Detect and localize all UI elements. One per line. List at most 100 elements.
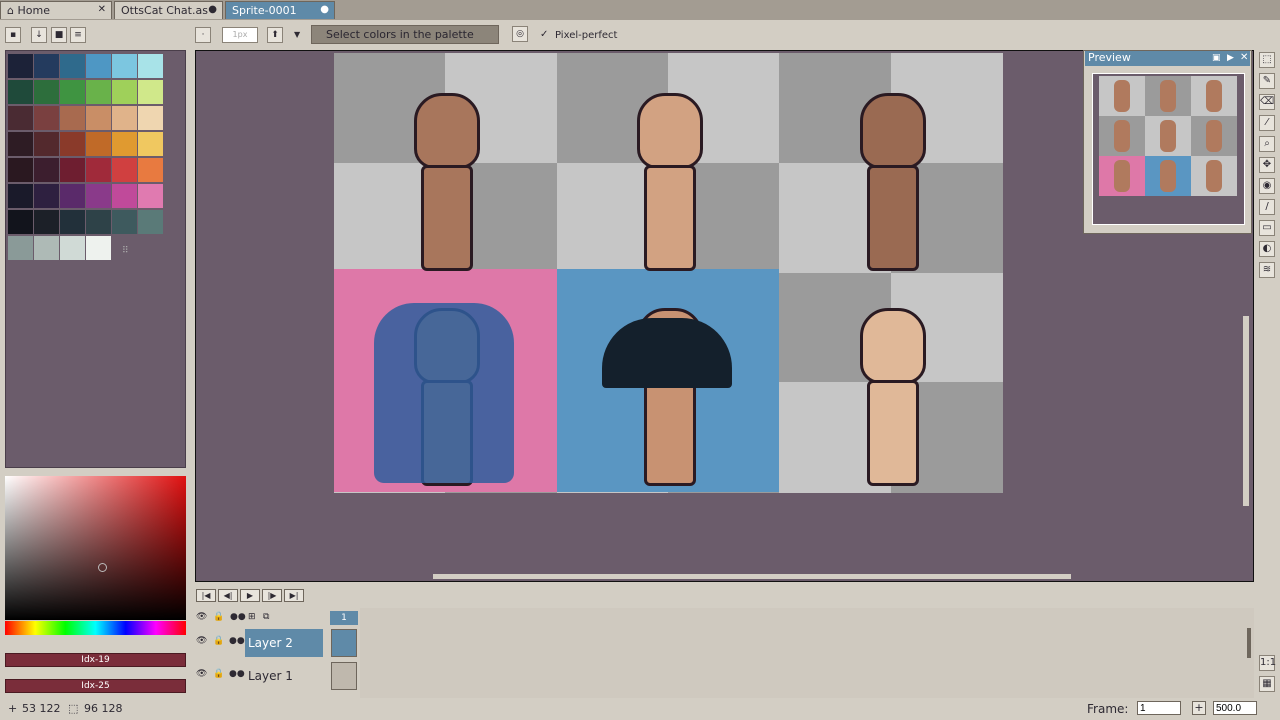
- palette-swatch[interactable]: [60, 54, 85, 78]
- palette-swatch[interactable]: [112, 54, 137, 78]
- palette-swatch[interactable]: [8, 210, 33, 234]
- palette-swatch[interactable]: [112, 210, 137, 234]
- link-icon[interactable]: ●●: [229, 669, 245, 679]
- layer-icon[interactable]: ⧉: [263, 612, 269, 622]
- prev-frame-icon[interactable]: ◀|: [218, 589, 238, 602]
- marquee-icon[interactable]: ⬚: [1259, 52, 1275, 68]
- close-icon[interactable]: ✕: [1240, 52, 1248, 63]
- line-icon[interactable]: /: [1259, 199, 1275, 215]
- color-spectrum[interactable]: [5, 476, 186, 620]
- group-icon[interactable]: ⊞: [248, 612, 256, 622]
- lock-icon[interactable]: 🔒: [213, 612, 224, 622]
- cel-thumbnail[interactable]: [331, 662, 357, 690]
- checkbox-icon[interactable]: ✓: [540, 29, 548, 40]
- lock-icon[interactable]: ▪: [5, 27, 21, 43]
- background-color-button[interactable]: Idx-25: [5, 679, 186, 693]
- next-frame-icon[interactable]: |▶: [262, 589, 282, 602]
- palette-swatch[interactable]: [86, 132, 111, 156]
- palette-swatch[interactable]: [34, 80, 59, 104]
- brush-size-input[interactable]: 1px: [222, 27, 258, 43]
- last-frame-icon[interactable]: ▶|: [284, 589, 304, 602]
- brush-shape-icon[interactable]: ·: [195, 27, 211, 43]
- frame-header[interactable]: 1: [330, 611, 358, 625]
- palette-swatch[interactable]: [112, 132, 137, 156]
- palette-swatch[interactable]: [60, 132, 85, 156]
- palette-swatch[interactable]: [138, 184, 163, 208]
- rectangle-icon[interactable]: ▭: [1259, 220, 1275, 236]
- sprite-canvas[interactable]: [334, 53, 1003, 493]
- eyedropper-icon[interactable]: ⁄: [1259, 115, 1275, 131]
- ink-icon[interactable]: ⬆: [267, 27, 283, 43]
- palette-swatch[interactable]: [8, 106, 33, 130]
- tab-ottscat[interactable]: OttsCat Chat.as ●: [114, 1, 223, 19]
- palette-swatch[interactable]: [138, 132, 163, 156]
- palette-swatch[interactable]: [86, 210, 111, 234]
- eye-icon[interactable]: 👁: [196, 636, 207, 646]
- cel-thumbnail[interactable]: [331, 629, 357, 657]
- play-icon[interactable]: ▶: [1227, 53, 1234, 63]
- menu-icon[interactable]: ≡: [70, 27, 86, 43]
- palette-swatch[interactable]: [34, 106, 59, 130]
- grid-icon[interactable]: ▦: [1259, 676, 1275, 692]
- ratio-icon[interactable]: 1:1: [1259, 655, 1276, 671]
- magnifier-icon[interactable]: ◎: [512, 26, 528, 42]
- timeline-grid[interactable]: [360, 608, 1254, 698]
- palette-swatch[interactable]: [112, 184, 137, 208]
- layer-name[interactable]: Layer 1: [245, 662, 323, 690]
- presets-icon[interactable]: ■: [51, 27, 67, 43]
- hue-slider[interactable]: [5, 621, 186, 635]
- palette-swatch[interactable]: [86, 236, 111, 260]
- palette-swatch[interactable]: [138, 80, 163, 104]
- palette-swatch[interactable]: [138, 158, 163, 182]
- lock-icon[interactable]: 🔒: [213, 636, 224, 646]
- palette-swatch[interactable]: [86, 54, 111, 78]
- palette-swatch[interactable]: [86, 184, 111, 208]
- zoom-icon[interactable]: ⌕: [1259, 136, 1275, 152]
- eraser-icon[interactable]: ⌫: [1259, 94, 1275, 110]
- palette-swatch[interactable]: [34, 54, 59, 78]
- color-cursor[interactable]: [98, 563, 107, 572]
- horizontal-scrollbar[interactable]: [433, 574, 1071, 579]
- lock-icon[interactable]: 🔒: [213, 669, 224, 679]
- frame-input[interactable]: [1137, 701, 1181, 715]
- palette-swatch[interactable]: [60, 184, 85, 208]
- palette-swatch[interactable]: [112, 80, 137, 104]
- palette-swatch[interactable]: [60, 210, 85, 234]
- eye-icon[interactable]: 👁: [196, 669, 207, 679]
- tab-home[interactable]: ⌂ Home ✕: [0, 1, 112, 19]
- modified-dot-icon[interactable]: ●: [320, 4, 329, 15]
- palette-swatch[interactable]: [8, 80, 33, 104]
- timeline-scrollbar[interactable]: [1247, 628, 1251, 658]
- layer-row[interactable]: 👁 🔒 ●● Layer 1: [193, 661, 358, 691]
- contour-icon[interactable]: ◐: [1259, 241, 1275, 257]
- palette-swatch[interactable]: [34, 158, 59, 182]
- link-icon[interactable]: ●●: [229, 636, 245, 646]
- move-icon[interactable]: ✥: [1259, 157, 1275, 173]
- tab-sprite[interactable]: Sprite-0001 ●: [225, 1, 335, 19]
- palette-swatch[interactable]: [60, 236, 85, 260]
- layer-row[interactable]: 👁 🔒 ●● Layer 2: [193, 628, 358, 658]
- link-icon[interactable]: ●●: [230, 612, 246, 622]
- palette-swatch[interactable]: [112, 106, 137, 130]
- palette-swatch[interactable]: [60, 106, 85, 130]
- palette-swatch[interactable]: [86, 80, 111, 104]
- close-icon[interactable]: ✕: [98, 4, 106, 15]
- palette-swatch[interactable]: [8, 184, 33, 208]
- palette-more-icon[interactable]: ⠿: [122, 246, 129, 256]
- palette-swatch[interactable]: [60, 80, 85, 104]
- chevron-down-icon[interactable]: ▼: [294, 30, 300, 39]
- foreground-color-button[interactable]: Idx-19: [5, 653, 186, 667]
- fill-icon[interactable]: ◉: [1259, 178, 1275, 194]
- add-frame-button[interactable]: +: [1192, 701, 1206, 715]
- palette-swatch[interactable]: [34, 210, 59, 234]
- play-icon[interactable]: ▶: [240, 589, 260, 602]
- palette-swatch[interactable]: [34, 132, 59, 156]
- palette-swatch[interactable]: [34, 236, 59, 260]
- palette-swatch[interactable]: [34, 184, 59, 208]
- blur-icon[interactable]: ≋: [1259, 262, 1275, 278]
- layer-name[interactable]: Layer 2: [245, 629, 323, 657]
- modified-dot-icon[interactable]: ●: [208, 4, 217, 15]
- palette-swatch[interactable]: [8, 158, 33, 182]
- palette-swatch[interactable]: [8, 132, 33, 156]
- pencil-icon[interactable]: ✎: [1259, 73, 1275, 89]
